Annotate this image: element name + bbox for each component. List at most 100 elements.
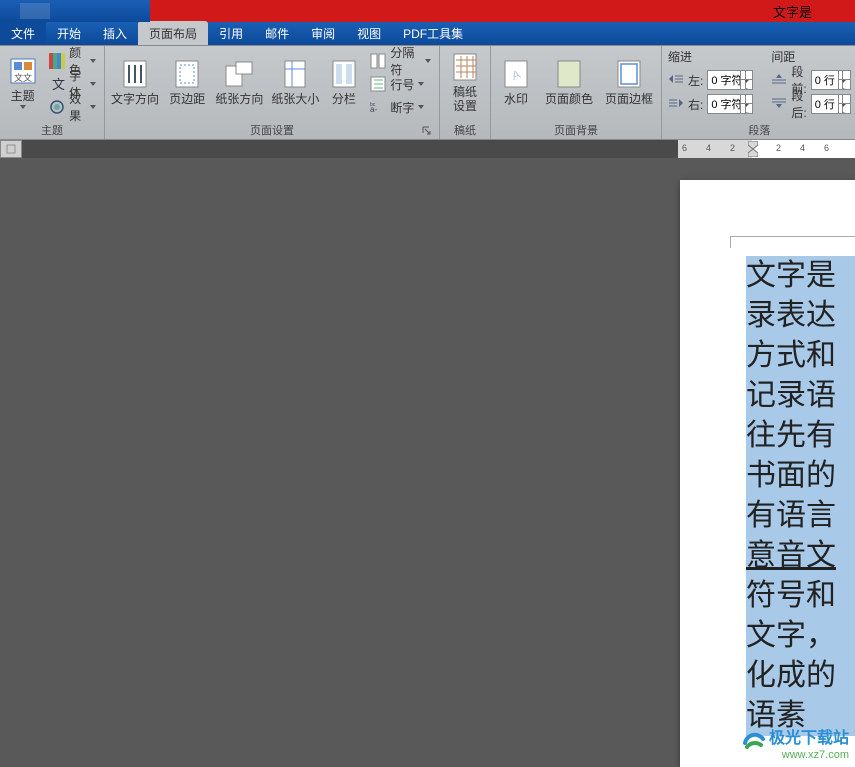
text-direction-button[interactable]: 文字方向 <box>109 48 161 116</box>
chevron-down-icon <box>90 105 96 109</box>
hyphenation-icon: a-bc <box>370 99 386 115</box>
document-area[interactable]: 文字是录表达方式和记录语往先有书面的有语言意音文符号和文字，化成的语素 <box>0 158 855 767</box>
themes-icon: 文文 <box>7 55 39 87</box>
ribbon-tabs: 文件 开始 插入 页面布局 引用 邮件 审阅 视图 PDF工具集 <box>0 22 855 46</box>
columns-button[interactable]: 分栏 <box>325 48 362 116</box>
tab-file[interactable]: 文件 <box>0 21 46 45</box>
indent-right-value[interactable] <box>708 98 740 110</box>
tab-mailings[interactable]: 邮件 <box>254 21 300 45</box>
margins-icon <box>171 58 203 90</box>
spin-down[interactable] <box>838 80 850 89</box>
page-border-button[interactable]: 页面边框 <box>601 48 657 116</box>
chevron-down-icon <box>20 105 26 109</box>
theme-effects-button[interactable]: 效果 <box>45 96 100 118</box>
page-border-label: 页面边框 <box>605 92 653 106</box>
indent-left-input[interactable] <box>707 70 753 90</box>
indent-left-value[interactable] <box>708 74 740 86</box>
ruler-mark: 4 <box>800 143 805 153</box>
page-size-label: 纸张大小 <box>271 92 319 106</box>
ruler-mark: 2 <box>776 143 781 153</box>
spin-up[interactable] <box>740 95 752 104</box>
chevron-down-icon <box>418 105 424 109</box>
breaks-button[interactable]: 分隔符 <box>366 50 435 72</box>
colors-icon <box>49 53 65 69</box>
page-margin-guide <box>730 236 855 248</box>
hyphenation-button[interactable]: a-bc 断字 <box>366 96 435 118</box>
document-line: 有语言 <box>746 496 855 536</box>
effects-label: 效果 <box>69 90 86 124</box>
spacing-after-input[interactable] <box>811 94 851 114</box>
watermark-icon: A <box>500 58 532 90</box>
tab-page-layout[interactable]: 页面布局 <box>138 21 208 45</box>
text-direction-icon <box>119 58 151 90</box>
horizontal-ruler[interactable]: 6 4 2 2 4 6 <box>678 140 855 158</box>
ribbon: 文文 主题 颜色 文 字体 效果 <box>0 46 855 140</box>
themes-button[interactable]: 文文 主题 <box>4 48 41 116</box>
document-line: 书面的 <box>746 456 855 496</box>
ruler-mark: 6 <box>682 143 687 153</box>
group-paragraph-label: 段落 <box>748 122 770 138</box>
breaks-icon <box>370 53 386 69</box>
document-line: 记录语 <box>746 376 855 416</box>
spacing-before-input[interactable] <box>811 70 851 90</box>
page-color-label: 页面颜色 <box>545 92 593 106</box>
group-theme-label: 主题 <box>4 121 100 139</box>
spacing-before-value[interactable] <box>812 74 838 86</box>
site-watermark: 极光下载站 www.xz7.com <box>743 724 849 761</box>
ruler-corner-button[interactable] <box>0 140 22 158</box>
document-line: 文字， <box>746 616 855 656</box>
spin-down[interactable] <box>838 104 850 113</box>
orientation-label: 纸张方向 <box>215 92 263 106</box>
spin-down[interactable] <box>740 104 752 113</box>
indent-left-label: 左: <box>688 72 703 89</box>
watermark-button[interactable]: A 水印 <box>495 48 537 116</box>
group-page-bg-label: 页面背景 <box>495 121 657 139</box>
indent-title: 缩进 <box>668 48 753 65</box>
page-color-button[interactable]: 页面颜色 <box>541 48 597 116</box>
document-page: 文字是录表达方式和记录语往先有书面的有语言意音文符号和文字，化成的语素 <box>680 180 855 767</box>
selected-text-block[interactable]: 文字是录表达方式和记录语往先有书面的有语言意音文符号和文字，化成的语素 <box>746 256 855 736</box>
page-color-icon <box>553 58 585 90</box>
draft-label: 稿纸 设置 <box>453 85 477 113</box>
indent-right-input[interactable] <box>707 94 753 114</box>
indent-right-label: 右: <box>688 96 703 113</box>
watermark-label: 水印 <box>504 92 528 106</box>
tab-insert[interactable]: 插入 <box>92 21 138 45</box>
group-page-setup-label: 页面设置 <box>250 122 294 138</box>
tab-home[interactable]: 开始 <box>46 21 92 45</box>
spin-up[interactable] <box>838 95 850 104</box>
document-line: 意音文 <box>746 536 855 576</box>
chevron-down-icon <box>90 82 96 86</box>
spacing-after-label: 段后: <box>791 87 806 121</box>
ruler-row: 6 4 2 2 4 6 <box>0 140 855 158</box>
line-numbers-button[interactable]: 行号 <box>366 73 435 95</box>
spin-up[interactable] <box>838 71 850 80</box>
tab-view[interactable]: 视图 <box>346 21 392 45</box>
page-setup-dialog-launcher[interactable] <box>422 126 432 136</box>
line-numbers-icon <box>370 76 386 92</box>
watermark-logo: 极光下载站 <box>743 724 849 749</box>
page-size-button[interactable]: 纸张大小 <box>269 48 321 116</box>
document-line: 录表达 <box>746 296 855 336</box>
margins-button[interactable]: 页边距 <box>165 48 210 116</box>
spacing-after-value[interactable] <box>812 98 838 110</box>
tab-references[interactable]: 引用 <box>208 21 254 45</box>
spacing-title: 间距 <box>771 48 850 65</box>
ruler-mark: 2 <box>730 143 735 153</box>
spin-up[interactable] <box>740 71 752 80</box>
spacing-after-icon <box>771 97 787 111</box>
margins-label: 页边距 <box>169 92 205 106</box>
tab-review[interactable]: 审阅 <box>300 21 346 45</box>
indent-left-icon <box>668 73 684 87</box>
orientation-button[interactable]: 纸张方向 <box>213 48 265 116</box>
spin-down[interactable] <box>740 80 752 89</box>
chevron-down-icon <box>418 82 424 86</box>
tab-pdf-tools[interactable]: PDF工具集 <box>392 21 474 45</box>
group-theme: 文文 主题 颜色 文 字体 效果 <box>0 46 105 139</box>
draft-settings-button[interactable]: 稿纸 设置 <box>444 48 486 116</box>
indent-right-icon <box>668 97 684 111</box>
columns-icon <box>328 58 360 90</box>
svg-text:文: 文 <box>52 77 65 92</box>
group-page-background: A 水印 页面颜色 页面边框 页面背景 <box>491 46 662 139</box>
fonts-icon: 文 <box>49 76 65 92</box>
